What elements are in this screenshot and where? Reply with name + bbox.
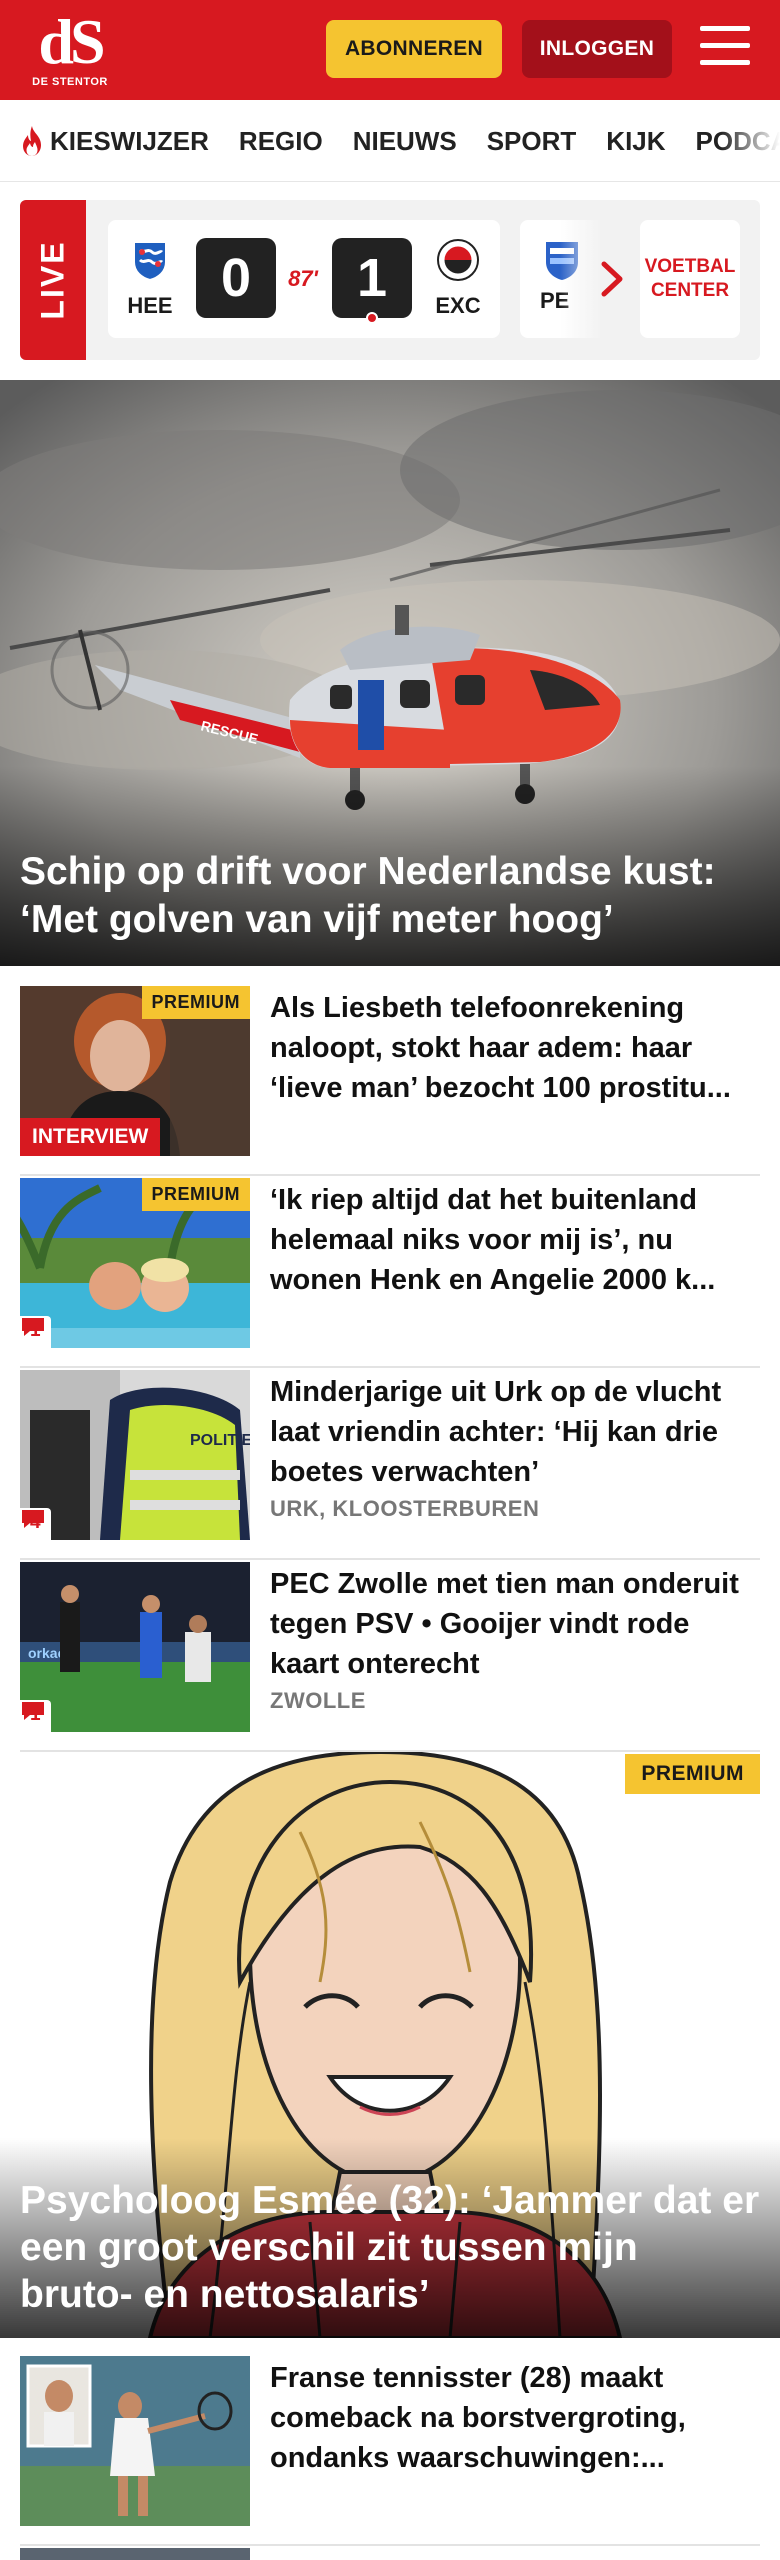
chevron-right-icon[interactable]: [592, 254, 632, 304]
nav-item-kijk[interactable]: KIJK: [606, 126, 665, 157]
nav-scroll-fade: [720, 100, 780, 181]
main-nav: KIESWIJZER REGIO NIEUWS SPORT KIJK PODCA…: [0, 100, 780, 182]
premium-badge: PREMIUM: [625, 1754, 760, 1794]
list-item[interactable]: Franse tennisster (28) maakt comeback na…: [20, 2356, 760, 2546]
goal-indicator-dot: [366, 312, 378, 324]
svg-text:POLITIE: POLITIE: [190, 1432, 250, 1449]
hamburger-menu-icon[interactable]: [700, 26, 750, 70]
hero-article[interactable]: RESCUE Schip op drift voor Nederlandse k…: [0, 380, 780, 966]
police-officer-photo: POLITIE: [20, 1370, 250, 1540]
voetbal-center-button[interactable]: VOETBAL CENTER: [640, 220, 740, 338]
flame-icon: [23, 126, 41, 156]
logo-text: DE STENTOR: [32, 76, 108, 88]
hero-title[interactable]: Schip op drift voor Nederlandse kust: ‘M…: [20, 848, 760, 944]
nav-item-regio[interactable]: REGIO: [239, 126, 323, 157]
article-title[interactable]: Als Liesbeth telefoonrekening naloopt, s…: [270, 988, 760, 1108]
article-thumbnail[interactable]: POLITIE 4: [20, 1370, 250, 1540]
comment-icon: [22, 1318, 44, 1336]
nav-item-sport[interactable]: SPORT: [487, 126, 577, 157]
site-header: dS DE STENTOR ABONNEREN INLOGGEN: [0, 0, 780, 100]
premium-badge: PREMIUM: [141, 986, 250, 1019]
comment-icon: [22, 1702, 44, 1720]
heerenveen-crest-icon: [133, 241, 167, 282]
article-title[interactable]: Franse tennisster (28) maakt comeback na…: [270, 2358, 760, 2478]
comment-count-badge[interactable]: 4: [20, 1508, 51, 1540]
home-team-code: HEE: [127, 293, 173, 318]
article-thumbnail[interactable]: [20, 2356, 250, 2526]
article-location: URK, KLOOSTERBUREN: [270, 1496, 540, 1521]
login-button[interactable]: INLOGGEN: [522, 20, 672, 78]
featured-title[interactable]: Psycholoog Esmée (32): ‘Jammer dat er ee…: [20, 2177, 760, 2318]
interview-label: INTERVIEW: [20, 1118, 161, 1156]
list-item[interactable]: POLITIE 4 Minderjarige uit Urk op de vlu…: [20, 1370, 760, 1560]
live-match-card[interactable]: HEE 0 87' 1 EXC: [108, 220, 500, 338]
logo-mark: dS: [38, 6, 105, 77]
comment-count-badge[interactable]: 1: [20, 1316, 51, 1348]
comment-count-badge[interactable]: 1: [20, 1700, 51, 1732]
site-logo[interactable]: dS DE STENTOR: [30, 10, 110, 92]
nav-item-kieswijzer[interactable]: KIESWIJZER: [18, 125, 209, 157]
nav-item-nieuws[interactable]: NIEUWS: [353, 126, 457, 157]
article-thumbnail[interactable]: orkaen 1: [20, 1562, 250, 1732]
tennis-player-photo: [20, 2356, 250, 2526]
list-item[interactable]: PREMIUM INTERVIEW Als Liesbeth telefoonr…: [20, 986, 760, 1176]
home-team: HEE: [120, 238, 180, 319]
article-thumbnail[interactable]: [20, 2548, 250, 2560]
live-scores-bar: LIVE HEE 0 87' 1 EXC PE VOETBAL CENTER: [20, 200, 760, 360]
away-team-code: EXC: [435, 293, 481, 318]
comment-icon: [22, 1510, 44, 1528]
featured-premium-article[interactable]: PREMIUM Psycholoog Esmée (32): ‘Jammer d…: [0, 1752, 780, 2338]
excelsior-crest-icon: [437, 239, 479, 281]
article-title[interactable]: ‘Ik riep altijd dat het buitenland helem…: [270, 1180, 760, 1300]
subscribe-button[interactable]: ABONNEREN: [326, 20, 502, 78]
away-score: 1: [332, 238, 412, 324]
article-location: ZWOLLE: [270, 1688, 366, 1713]
article-thumbnail[interactable]: PREMIUM 1: [20, 1178, 250, 1348]
live-badge: LIVE: [20, 200, 86, 360]
match-minute: 87': [288, 266, 318, 291]
list-item[interactable]: PREMIUM 1 ‘Ik riep altijd dat het buiten…: [20, 1178, 760, 1368]
nav-item-label: KIESWIJZER: [50, 125, 209, 156]
home-score: 0: [196, 238, 276, 318]
premium-badge: PREMIUM: [141, 1178, 250, 1211]
away-team: EXC: [428, 238, 488, 319]
article-title[interactable]: PEC Zwolle met tien man onderuit tegen P…: [270, 1564, 760, 1684]
article-thumbnail[interactable]: PREMIUM INTERVIEW: [20, 986, 250, 1156]
article-title[interactable]: Minderjarige uit Urk op de vlucht laat v…: [270, 1372, 760, 1492]
list-item[interactable]: orkaen 1 PEC Zwolle met tien man onderui…: [20, 1562, 760, 1752]
football-match-photo: orkaen: [20, 1562, 250, 1732]
